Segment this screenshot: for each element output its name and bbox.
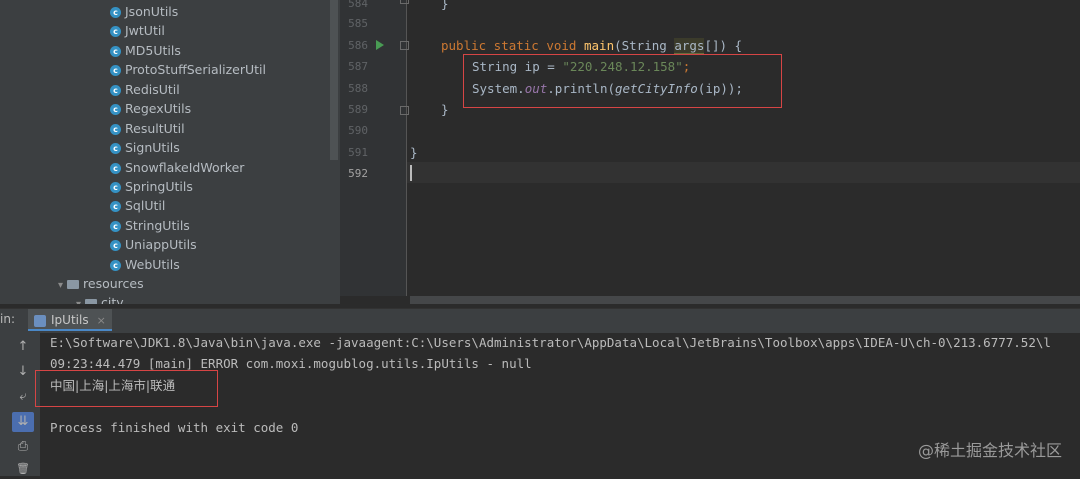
class-icon: c [110,46,121,57]
class-icon: c [110,26,121,37]
class-icon: c [110,260,121,271]
tree-item-label: RegexUtils [125,101,192,116]
code-line-586[interactable]: public static void main(String args[]) { [441,35,742,56]
folder-icon [67,280,80,289]
console-toolbar: ↑ ↓ ⤶ ⇊ ⎙ 🗑 [0,333,40,476]
tree-item-class[interactable]: c SnowflakeIdWorker [110,158,244,177]
print-icon[interactable]: ⎙ [12,437,34,457]
tree-item-label: SpringUtils [125,179,193,194]
tree-item-city[interactable]: ▾ city [76,293,124,304]
tree-item-class[interactable]: c SpringUtils [110,177,193,196]
class-icon: c [110,201,121,212]
line-number: 588 [348,82,368,95]
scroll-down-icon[interactable]: ↓ [12,362,34,382]
code-keyword: public static void [441,38,584,53]
tree-item-label: resources [83,276,144,291]
tree-item-class[interactable]: c WebUtils [110,255,180,274]
tree-item-label: ProtoStuffSerializerUtil [125,62,266,77]
tree-item-resources[interactable]: ▾ resources [58,274,144,293]
scroll-up-icon[interactable]: ↑ [12,337,34,357]
run-config-icon [34,314,46,327]
code-line-591[interactable]: } [410,142,418,163]
fold-marker-icon[interactable] [400,0,409,4]
chevron-down-icon[interactable]: ▾ [76,299,81,304]
line-number: 589 [348,103,368,116]
tree-item-label: MD5Utils [125,43,181,58]
tree-item-class[interactable]: c RegexUtils [110,99,191,118]
trash-icon[interactable]: 🗑 [12,459,34,479]
tree-item-label: WebUtils [125,257,180,272]
fold-marker-icon[interactable] [400,41,409,50]
class-icon: c [110,163,121,174]
class-icon: c [110,221,121,232]
editor-horizontal-scrollbar[interactable] [410,296,1080,304]
tree-item-class[interactable]: c JwtUtil [110,21,165,40]
code-line-589[interactable]: } [441,99,449,120]
tab-label: IpUtils [51,313,89,327]
tree-item-class[interactable]: c SignUtils [110,138,180,157]
project-tree: c JsonUtils c JwtUtil c MD5Utils c ProtoStuf… [0,0,340,304]
class-icon: c [110,7,121,18]
code-text: []) { [704,38,743,53]
line-number: 587 [348,60,368,73]
run-label: in: [0,312,15,326]
text-caret [410,165,412,181]
class-icon: c [110,104,121,115]
current-line-highlight [407,162,1080,183]
tree-item-class[interactable]: c UniappUtils [110,235,197,254]
tree-item-class[interactable]: c StringUtils [110,216,190,235]
tree-item-label: SnowflakeIdWorker [125,160,245,175]
code-text: (String [614,38,675,53]
tree-item-label: StringUtils [125,218,190,233]
tree-item-label: RedisUtil [125,82,180,97]
class-icon: c [110,85,121,96]
line-number: 590 [348,124,368,137]
line-number: 584 [348,0,368,10]
tree-item-class[interactable]: c JsonUtils [110,2,178,21]
tree-item-label: SignUtils [125,140,180,155]
tab-ipUtils[interactable]: IpUtils × [28,309,112,331]
console-line-exit: Process finished with exit code 0 [50,420,299,435]
class-icon: c [110,65,121,76]
line-number-current: 592 [348,167,368,180]
run-tool-window-header [0,308,1080,333]
tree-scrollbar[interactable] [330,0,338,160]
tree-item-class[interactable]: c ResultUtil [110,119,185,138]
run-main-icon[interactable] [376,40,384,50]
tree-item-label: ResultUtil [125,121,185,136]
code-method-name: main [584,38,615,53]
line-number: 586 [348,39,368,52]
class-icon: c [110,124,121,135]
folder-icon [85,299,98,304]
watermark: @稀土掘金技术社区 [917,441,1062,460]
fold-marker-icon[interactable] [400,106,409,115]
line-number: 585 [348,17,368,30]
code-line-584[interactable]: } [441,0,449,14]
class-icon: c [110,143,121,154]
tree-item-label: JsonUtils [125,4,179,19]
code-param: args [674,38,705,54]
tree-item-class[interactable]: c MD5Utils [110,41,181,60]
chevron-down-icon[interactable]: ▾ [58,280,63,291]
tree-item-label: JwtUtil [125,23,165,38]
tree-item-label: UniappUtils [125,237,197,252]
tree-item-class[interactable]: c ProtoStuffSerializerUtil [110,60,266,79]
line-number: 591 [348,146,368,159]
console-line-command: E:\Software\JDK1.8\Java\bin\java.exe -ja… [50,335,1051,350]
tree-item-label: city [101,295,124,304]
class-icon: c [110,240,121,251]
soft-wrap-icon[interactable]: ⤶ [12,387,34,407]
tree-item-label: SqlUtil [125,198,166,213]
output-highlight-box [35,370,218,407]
tree-item-class[interactable]: c SqlUtil [110,196,165,215]
code-highlight-box [463,54,782,108]
tree-item-class[interactable]: c RedisUtil [110,80,180,99]
close-icon[interactable]: × [97,314,106,327]
class-icon: c [110,182,121,193]
scroll-to-end-icon[interactable]: ⇊ [12,412,34,432]
